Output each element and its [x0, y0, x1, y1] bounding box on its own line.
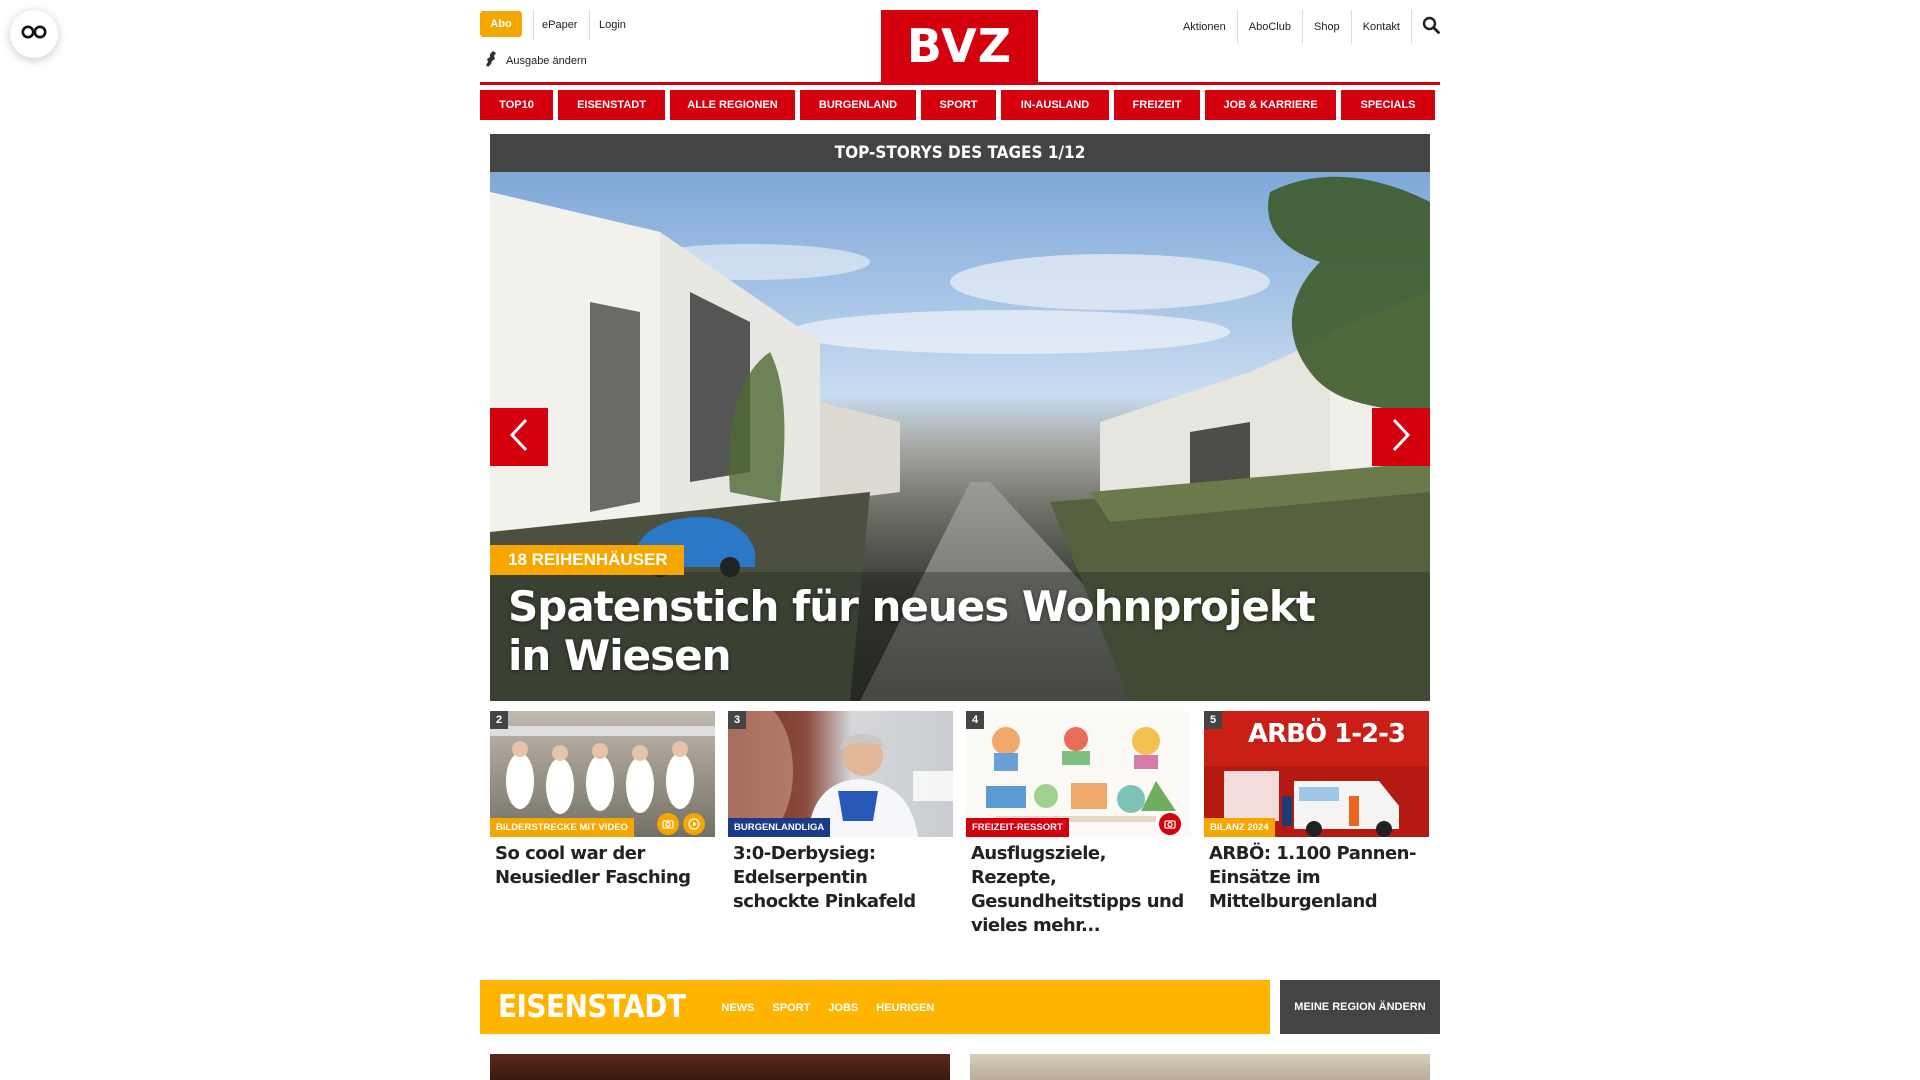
nav-item-job-karriere[interactable]: JOB & KARRIERE [1205, 90, 1336, 120]
header-divider [480, 82, 1440, 85]
search-icon [1422, 16, 1440, 39]
card-title: So cool war der Neusiedler Fasching [495, 843, 691, 888]
divider [533, 10, 534, 40]
region-link-label: NEWS [721, 1002, 755, 1014]
card-image-text: ARBÖ 1-2-3 [1248, 719, 1406, 749]
glasses-icon [21, 25, 47, 44]
nav-item-sport[interactable]: SPORT [921, 90, 996, 120]
change-region-button[interactable]: MEINE REGION ÄNDERN [1280, 980, 1440, 1034]
divider [589, 10, 590, 40]
abo-button[interactable]: Abo [480, 11, 522, 37]
card-image: 4 FREIZEIT-RESSORT [966, 711, 1191, 837]
camera-icon [657, 813, 679, 835]
story-card[interactable]: 3 BURGENLANDLIGA 3:0-Derbysieg: Edelserp… [728, 711, 953, 938]
card-image: ARBÖ 1-2-3 5 BILANZ 2024 [1204, 711, 1429, 837]
region-link-jobs[interactable]: JOBS [828, 998, 858, 1016]
card-title: 3:0-Derbysieg: Edelserpentin schockte Pi… [733, 843, 916, 912]
region-link-heurigen[interactable]: HEURIGEN [876, 998, 934, 1016]
nav-item-specials[interactable]: SPECIALS [1341, 90, 1435, 120]
story-card[interactable]: ARBÖ 1-2-3 5 BILANZ 2024 ARBÖ: 1.100 Pan… [1204, 711, 1429, 938]
region-link-news[interactable]: NEWS [721, 998, 754, 1016]
card-number: 2 [490, 711, 508, 729]
ausgabe-aendern-link[interactable]: Ausgabe ändern [484, 50, 587, 71]
top-story-link[interactable]: 18 REIHENHÄUSER Spatenstich für neues Wo… [490, 172, 1430, 701]
region-link-sport[interactable]: SPORT [772, 998, 810, 1016]
story-card[interactable]: 4 FREIZEIT-RESSORT Ausflugsziele, Rezept… [966, 711, 1191, 938]
card-tag: FREIZEIT-RESSORT [966, 818, 1069, 837]
story-headline: Spatenstich für neues Wohnprojekt in Wie… [508, 582, 1316, 680]
play-icon [683, 813, 705, 835]
card-number: 3 [728, 711, 746, 729]
story-card[interactable]: 2 BILDERSTRECKE MIT VIDEO So cool war de… [490, 711, 715, 938]
top-stories-slider: TOP-STORYS DES TAGES 1/12 18 REIHENHÄUSE… [490, 134, 1430, 701]
bvz-logo[interactable]: BVZ [881, 10, 1038, 82]
search-button[interactable] [1412, 10, 1440, 44]
region-link-label: SPORT [772, 1002, 811, 1014]
shop-link[interactable]: Shop [1303, 10, 1352, 44]
kontakt-link[interactable]: Kontakt [1352, 10, 1412, 44]
card-title: Ausflugsziele, Rezepte, Gesundheitstipps… [971, 843, 1184, 936]
camera-icon [1159, 813, 1181, 835]
nav-item-top10[interactable]: TOP10 [480, 90, 553, 120]
region-teaser-image[interactable] [490, 1054, 950, 1080]
card-title: ARBÖ: 1.100 Pannen-Einsätze im Mittelbur… [1209, 843, 1416, 912]
chevron-right-icon [1391, 418, 1411, 457]
card-number: 5 [1204, 711, 1222, 729]
region-link-label: HEURIGEN [876, 1002, 935, 1014]
card-tag: BURGENLANDLIGA [728, 818, 831, 837]
epaper-link[interactable]: ePaper [542, 12, 577, 38]
card-image: 2 BILDERSTRECKE MIT VIDEO [490, 711, 715, 837]
story-cards: 2 BILDERSTRECKE MIT VIDEO So cool war de… [490, 711, 1430, 938]
top-header: Abo ePaper Login Ausgabe ändern BVZ Akti… [480, 0, 1440, 82]
utility-links: Aktionen AboClub Shop Kontakt [1172, 10, 1440, 44]
card-number: 4 [966, 711, 984, 729]
main-navigation: TOP10 EISENSTADT ALLE REGIONEN BURGENLAN… [480, 90, 1440, 120]
ausgabe-label: Ausgabe ändern [506, 54, 587, 67]
slider-heading: TOP-STORYS DES TAGES 1/12 [490, 134, 1430, 172]
nav-item-in-ausland[interactable]: IN-AUSLAND [1001, 90, 1109, 120]
nav-item-freizeit[interactable]: FREIZEIT [1114, 90, 1200, 120]
aboclub-link[interactable]: AboClub [1238, 10, 1303, 44]
nav-item-alle-regionen[interactable]: ALLE REGIONEN [670, 90, 795, 120]
slider-prev-button[interactable] [490, 408, 548, 466]
card-image: 3 BURGENLANDLIGA [728, 711, 953, 837]
story-kicker: 18 REIHENHÄUSER [490, 545, 684, 575]
nav-item-eisenstadt[interactable]: EISENSTADT [558, 90, 665, 120]
region-teaser-image[interactable] [970, 1054, 1430, 1080]
accessibility-button[interactable] [10, 10, 58, 58]
card-tag: BILDERSTRECKE MIT VIDEO [490, 818, 634, 837]
slider-next-button[interactable] [1372, 408, 1430, 466]
burgenland-map-icon [484, 50, 498, 71]
card-tag: BILANZ 2024 [1204, 818, 1275, 837]
nav-item-burgenland[interactable]: BURGENLAND [800, 90, 916, 120]
page-container: Abo ePaper Login Ausgabe ändern BVZ Akti… [480, 0, 1440, 1080]
region-links: NEWS SPORT JOBS HEURIGEN [721, 998, 934, 1016]
login-link[interactable]: Login [599, 12, 626, 38]
region-bar: EISENSTADT NEWS SPORT JOBS HEURIGEN [480, 980, 1270, 1034]
chevron-left-icon [509, 418, 529, 457]
region-title[interactable]: EISENSTADT [480, 989, 686, 1025]
aktionen-link[interactable]: Aktionen [1172, 10, 1238, 44]
region-link-label: JOBS [828, 1002, 859, 1014]
